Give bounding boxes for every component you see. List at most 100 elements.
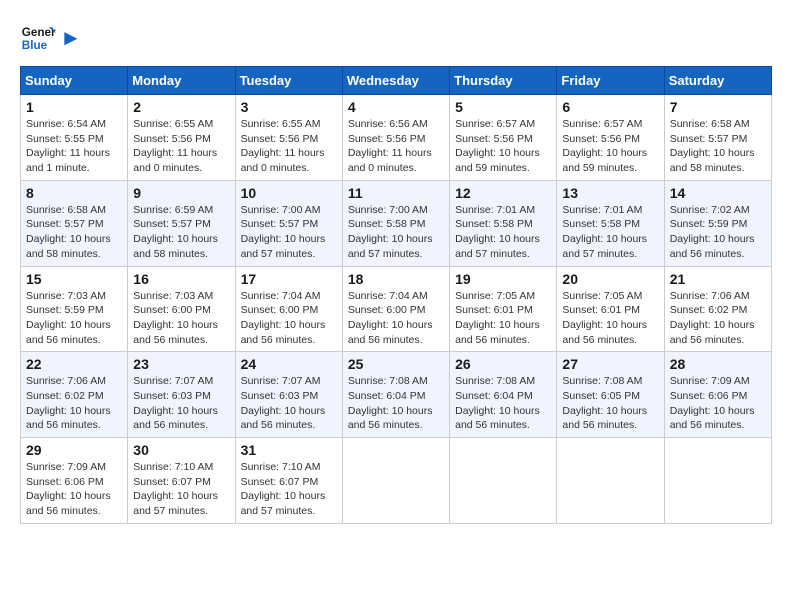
- calendar-week-row: 29 Sunrise: 7:09 AMSunset: 6:06 PMDayligh…: [21, 438, 772, 524]
- calendar-day-cell: 16 Sunrise: 7:03 AMSunset: 6:00 PMDayligh…: [128, 266, 235, 352]
- page-header: General Blue ►: [20, 20, 772, 56]
- day-info: Sunrise: 6:54 AMSunset: 5:55 PMDaylight:…: [26, 117, 122, 176]
- day-number: 12: [455, 185, 551, 201]
- day-number: 24: [241, 356, 337, 372]
- calendar-day-cell: 31 Sunrise: 7:10 AMSunset: 6:07 PMDayligh…: [235, 438, 342, 524]
- header-tuesday: Tuesday: [235, 67, 342, 95]
- day-info: Sunrise: 7:05 AMSunset: 6:01 PMDaylight:…: [455, 289, 551, 348]
- calendar-day-cell: 1 Sunrise: 6:54 AMSunset: 5:55 PMDaylight…: [21, 95, 128, 181]
- calendar-day-cell: 11 Sunrise: 7:00 AMSunset: 5:58 PMDayligh…: [342, 180, 449, 266]
- day-number: 3: [241, 99, 337, 115]
- day-info: Sunrise: 7:00 AMSunset: 5:57 PMDaylight:…: [241, 203, 337, 262]
- day-number: 19: [455, 271, 551, 287]
- calendar-day-cell: 28 Sunrise: 7:09 AMSunset: 6:06 PMDayligh…: [664, 352, 771, 438]
- calendar-day-cell: 25 Sunrise: 7:08 AMSunset: 6:04 PMDayligh…: [342, 352, 449, 438]
- day-number: 11: [348, 185, 444, 201]
- calendar-day-cell: 24 Sunrise: 7:07 AMSunset: 6:03 PMDayligh…: [235, 352, 342, 438]
- calendar-day-cell: 12Sunrise: 7:01 AMSunset: 5:58 PMDayligh…: [450, 180, 557, 266]
- calendar-day-cell: 29 Sunrise: 7:09 AMSunset: 6:06 PMDayligh…: [21, 438, 128, 524]
- day-info: Sunrise: 7:08 AMSunset: 6:04 PMDaylight:…: [348, 374, 444, 433]
- day-info: Sunrise: 6:58 AMSunset: 5:57 PMDaylight:…: [670, 117, 766, 176]
- day-info: Sunrise: 7:00 AMSunset: 5:58 PMDaylight:…: [348, 203, 444, 262]
- header-friday: Friday: [557, 67, 664, 95]
- header-monday: Monday: [128, 67, 235, 95]
- calendar-day-cell: 15 Sunrise: 7:03 AMSunset: 5:59 PMDayligh…: [21, 266, 128, 352]
- day-number: 28: [670, 356, 766, 372]
- empty-cell: [557, 438, 664, 524]
- day-number: 25: [348, 356, 444, 372]
- day-number: 21: [670, 271, 766, 287]
- empty-cell: [450, 438, 557, 524]
- day-info: Sunrise: 6:56 AMSunset: 5:56 PMDaylight:…: [348, 117, 444, 176]
- calendar-day-cell: 26 Sunrise: 7:08 AMSunset: 6:04 PMDayligh…: [450, 352, 557, 438]
- day-info: Sunrise: 7:03 AMSunset: 5:59 PMDaylight:…: [26, 289, 122, 348]
- empty-cell: [664, 438, 771, 524]
- calendar-week-row: 8 Sunrise: 6:58 AMSunset: 5:57 PMDaylight…: [21, 180, 772, 266]
- calendar-day-cell: 7 Sunrise: 6:58 AMSunset: 5:57 PMDaylight…: [664, 95, 771, 181]
- calendar-header-row: SundayMondayTuesdayWednesdayThursdayFrid…: [21, 67, 772, 95]
- calendar-day-cell: 3Sunrise: 6:55 AMSunset: 5:56 PMDaylight…: [235, 95, 342, 181]
- calendar-day-cell: 6 Sunrise: 6:57 AMSunset: 5:56 PMDaylight…: [557, 95, 664, 181]
- day-info: Sunrise: 7:02 AMSunset: 5:59 PMDaylight:…: [670, 203, 766, 262]
- calendar-day-cell: 8 Sunrise: 6:58 AMSunset: 5:57 PMDaylight…: [21, 180, 128, 266]
- header-wednesday: Wednesday: [342, 67, 449, 95]
- day-number: 16: [133, 271, 229, 287]
- day-info: Sunrise: 6:57 AMSunset: 5:56 PMDaylight:…: [562, 117, 658, 176]
- day-info: Sunrise: 7:06 AMSunset: 6:02 PMDaylight:…: [26, 374, 122, 433]
- day-info: Sunrise: 7:06 AMSunset: 6:02 PMDaylight:…: [670, 289, 766, 348]
- day-info: Sunrise: 6:58 AMSunset: 5:57 PMDaylight:…: [26, 203, 122, 262]
- day-info: Sunrise: 7:10 AMSunset: 6:07 PMDaylight:…: [241, 460, 337, 519]
- svg-text:Blue: Blue: [22, 39, 48, 52]
- day-info: Sunrise: 6:57 AMSunset: 5:56 PMDaylight:…: [455, 117, 551, 176]
- day-info: Sunrise: 6:55 AMSunset: 5:56 PMDaylight:…: [133, 117, 229, 176]
- day-info: Sunrise: 6:59 AMSunset: 5:57 PMDaylight:…: [133, 203, 229, 262]
- day-number: 7: [670, 99, 766, 115]
- day-number: 14: [670, 185, 766, 201]
- day-number: 31: [241, 442, 337, 458]
- calendar-day-cell: 9Sunrise: 6:59 AMSunset: 5:57 PMDaylight…: [128, 180, 235, 266]
- day-number: 1: [26, 99, 122, 115]
- day-number: 2: [133, 99, 229, 115]
- calendar-day-cell: 17 Sunrise: 7:04 AMSunset: 6:00 PMDayligh…: [235, 266, 342, 352]
- day-info: Sunrise: 7:09 AMSunset: 6:06 PMDaylight:…: [26, 460, 122, 519]
- calendar-day-cell: 10 Sunrise: 7:00 AMSunset: 5:57 PMDayligh…: [235, 180, 342, 266]
- calendar-day-cell: 23 Sunrise: 7:07 AMSunset: 6:03 PMDayligh…: [128, 352, 235, 438]
- calendar-week-row: 22 Sunrise: 7:06 AMSunset: 6:02 PMDayligh…: [21, 352, 772, 438]
- logo-line1: ►: [60, 26, 82, 50]
- calendar-week-row: 15 Sunrise: 7:03 AMSunset: 5:59 PMDayligh…: [21, 266, 772, 352]
- day-number: 6: [562, 99, 658, 115]
- day-number: 29: [26, 442, 122, 458]
- day-info: Sunrise: 7:09 AMSunset: 6:06 PMDaylight:…: [670, 374, 766, 433]
- day-info: Sunrise: 7:08 AMSunset: 6:05 PMDaylight:…: [562, 374, 658, 433]
- day-info: Sunrise: 7:07 AMSunset: 6:03 PMDaylight:…: [241, 374, 337, 433]
- calendar-day-cell: 13Sunrise: 7:01 AMSunset: 5:58 PMDayligh…: [557, 180, 664, 266]
- day-number: 13: [562, 185, 658, 201]
- day-number: 26: [455, 356, 551, 372]
- day-number: 17: [241, 271, 337, 287]
- day-info: Sunrise: 7:05 AMSunset: 6:01 PMDaylight:…: [562, 289, 658, 348]
- day-info: Sunrise: 7:08 AMSunset: 6:04 PMDaylight:…: [455, 374, 551, 433]
- calendar-day-cell: 22 Sunrise: 7:06 AMSunset: 6:02 PMDayligh…: [21, 352, 128, 438]
- day-number: 22: [26, 356, 122, 372]
- day-info: Sunrise: 7:10 AMSunset: 6:07 PMDaylight:…: [133, 460, 229, 519]
- day-info: Sunrise: 7:04 AMSunset: 6:00 PMDaylight:…: [241, 289, 337, 348]
- day-number: 27: [562, 356, 658, 372]
- header-thursday: Thursday: [450, 67, 557, 95]
- calendar-week-row: 1 Sunrise: 6:54 AMSunset: 5:55 PMDaylight…: [21, 95, 772, 181]
- calendar-day-cell: 5 Sunrise: 6:57 AMSunset: 5:56 PMDaylight…: [450, 95, 557, 181]
- calendar-day-cell: 14 Sunrise: 7:02 AMSunset: 5:59 PMDayligh…: [664, 180, 771, 266]
- day-number: 8: [26, 185, 122, 201]
- day-number: 5: [455, 99, 551, 115]
- day-number: 23: [133, 356, 229, 372]
- day-info: Sunrise: 7:07 AMSunset: 6:03 PMDaylight:…: [133, 374, 229, 433]
- day-number: 15: [26, 271, 122, 287]
- day-number: 20: [562, 271, 658, 287]
- day-info: Sunrise: 7:03 AMSunset: 6:00 PMDaylight:…: [133, 289, 229, 348]
- calendar-day-cell: 21 Sunrise: 7:06 AMSunset: 6:02 PMDayligh…: [664, 266, 771, 352]
- logo-icon: General Blue: [20, 20, 56, 56]
- day-number: 10: [241, 185, 337, 201]
- logo: General Blue ►: [20, 20, 82, 56]
- empty-cell: [342, 438, 449, 524]
- calendar-day-cell: 20 Sunrise: 7:05 AMSunset: 6:01 PMDayligh…: [557, 266, 664, 352]
- header-sunday: Sunday: [21, 67, 128, 95]
